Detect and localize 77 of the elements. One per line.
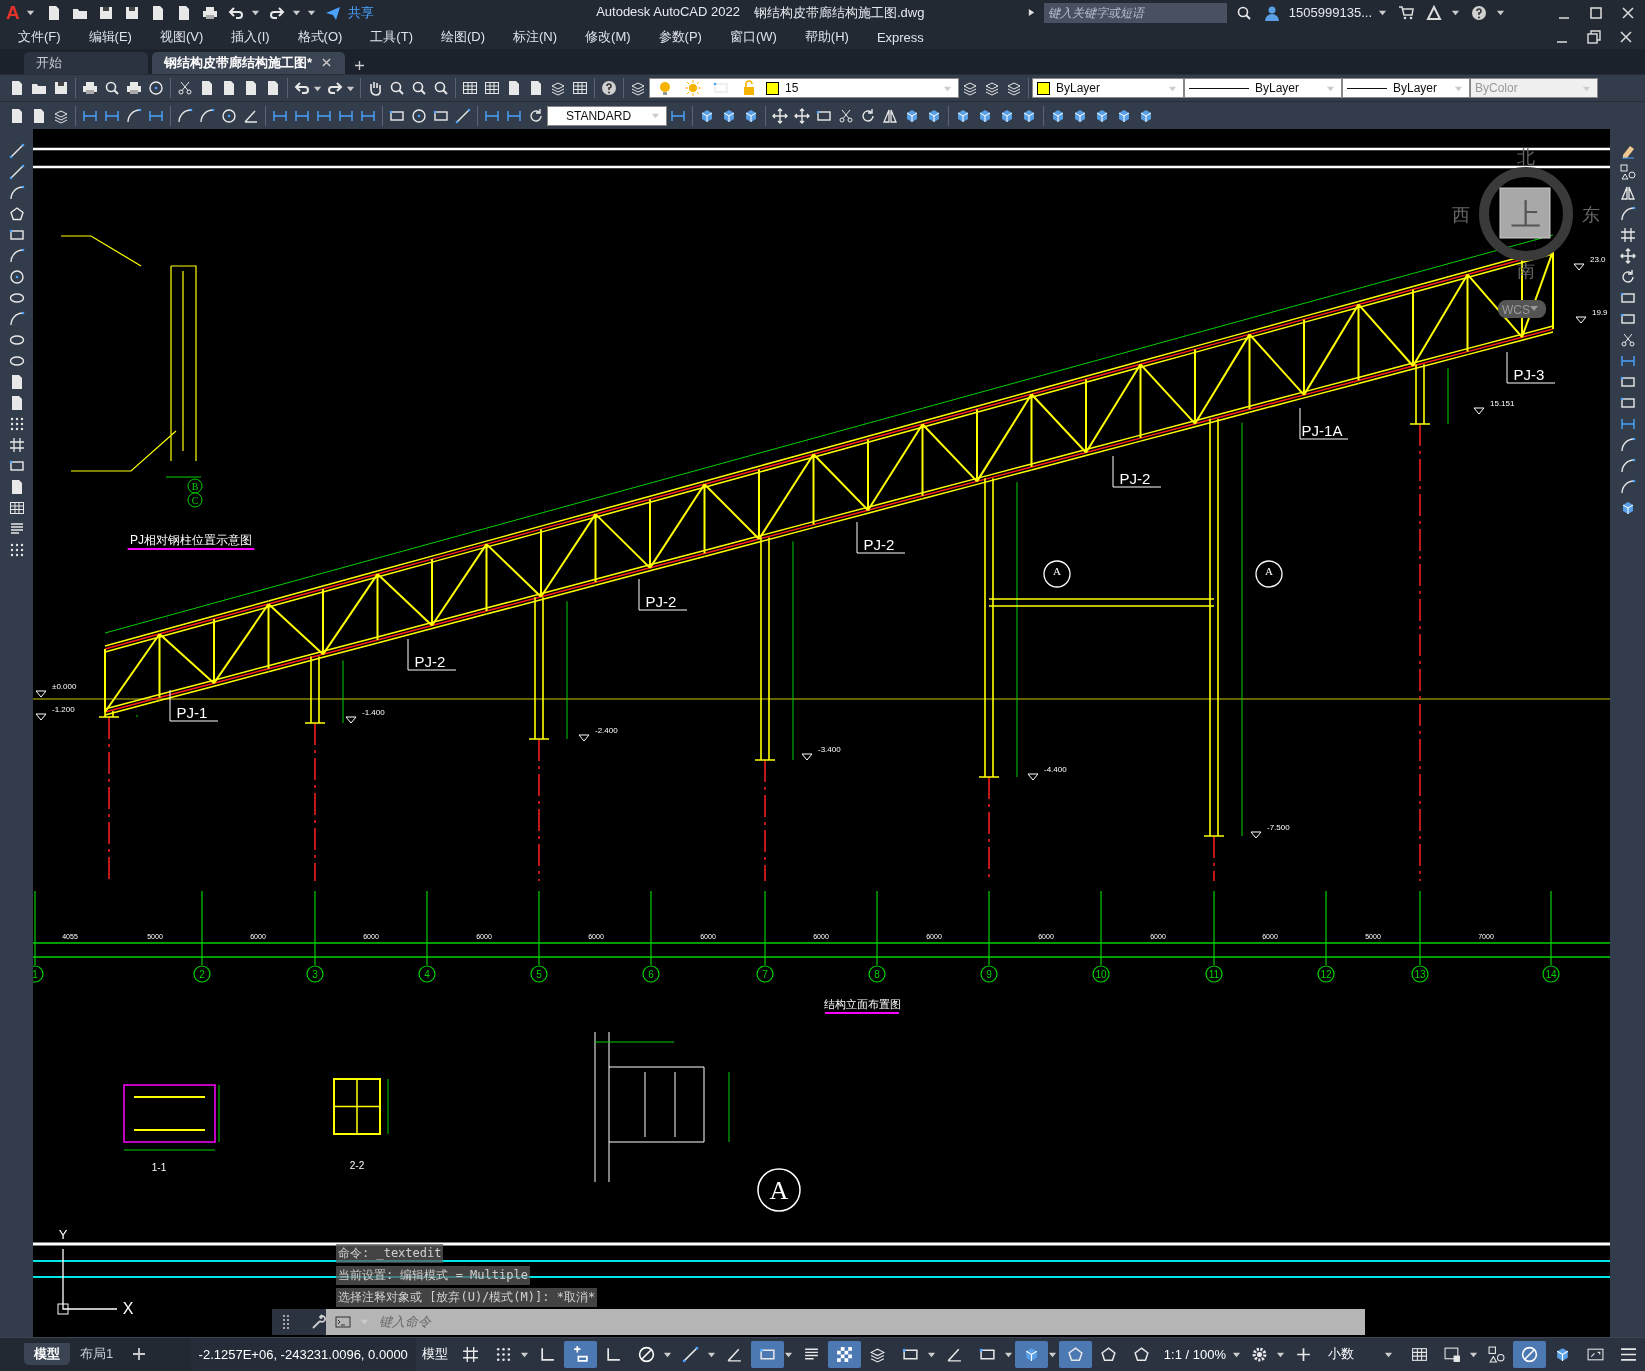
axis-marker: 8 [868, 965, 886, 983]
model-space-button[interactable]: 模型 [415, 1345, 454, 1364]
app-title: Autodesk AutoCAD 2022 [596, 3, 740, 21]
compass-label: 北 [1517, 147, 1535, 167]
section-marker: A [1255, 560, 1283, 588]
elevation-text: -2.400 [595, 726, 618, 735]
drawing-title: 结构立面布置图 [823, 998, 901, 1010]
axis-marker: 10 [1092, 965, 1110, 983]
menu-item[interactable]: 编辑(E) [88, 28, 146, 47]
text-style-dropdown[interactable]: STANDARD [547, 105, 667, 126]
color-dropdown[interactable]: ByLayer [1032, 78, 1184, 99]
elevation-text: -4.400 [1044, 765, 1067, 774]
elevation-text: -7.500 [1267, 823, 1290, 832]
layout-tab[interactable]: 模型 [24, 1343, 70, 1366]
menu-item[interactable]: 绘图(D) [440, 28, 499, 47]
lineweight-dropdown[interactable]: ByLayer [1342, 78, 1470, 99]
truss-label: PJ-2 [645, 593, 677, 610]
menu-item[interactable]: 插入(I) [231, 28, 284, 47]
file-tab[interactable]: 钢结构皮带廊结构施工图* [152, 51, 346, 74]
axis-marker: 13 [1411, 965, 1429, 983]
menu-item[interactable]: 窗口(W) [729, 28, 791, 47]
drawing-title: 2-2 [349, 1160, 365, 1171]
elevation-text: -1.200 [52, 705, 75, 714]
file-tab[interactable]: 开始 [24, 51, 148, 74]
layer-dropdown[interactable]: 15 [649, 78, 959, 99]
axis-marker: 14 [1542, 965, 1560, 983]
axis-label: Y [58, 1227, 68, 1242]
layout-tab[interactable]: 布局1 [70, 1343, 124, 1366]
elevation-text: 19.9 [1592, 308, 1608, 317]
menu-item[interactable]: 修改(M) [585, 28, 645, 47]
axis-marker: C [187, 492, 203, 508]
menu-item[interactable]: 帮助(H) [804, 28, 863, 47]
coordinates-readout: -2.1257E+06, -243231.0096, 0.0000 [190, 1338, 416, 1371]
menu-item[interactable]: 格式(O) [297, 28, 357, 47]
annotation-scale-button[interactable]: 1:1 / 100% [1157, 1347, 1232, 1362]
truss-label: PJ-2 [863, 536, 895, 553]
axis-marker: 12 [1317, 965, 1335, 983]
axis-marker: 5 [530, 965, 548, 983]
elevation-text: -1.400 [362, 708, 385, 717]
units-dropdown[interactable]: 小数 [1320, 1345, 1403, 1364]
truss-label: PJ-2 [414, 653, 446, 670]
truss-label: PJ-1 [176, 704, 208, 721]
axis-marker: 1 [33, 965, 44, 983]
axis-marker: 7 [756, 965, 774, 983]
linetype-dropdown[interactable]: ByLayer [1184, 78, 1342, 99]
elevation-text: -3.400 [818, 745, 841, 754]
menu-item[interactable]: 工具(T) [370, 28, 427, 47]
axis-label: X [122, 1300, 134, 1317]
compass-label: 西 [1452, 205, 1470, 225]
user-name[interactable]: 1505999135... [1288, 5, 1372, 21]
truss-label: PJ-3 [1513, 366, 1545, 383]
menu-item[interactable]: 标注(N) [513, 28, 572, 47]
file-title: 钢结构皮带廊结构施工图.dwg [753, 3, 925, 22]
drawing-title: 1-1 [151, 1162, 167, 1173]
elevation-text: 15.151 [1490, 399, 1515, 408]
axis-marker: 6 [642, 965, 660, 983]
truss-label: PJ-2 [1119, 470, 1151, 487]
menu-item[interactable]: Express [876, 29, 938, 45]
menu-item[interactable]: 参数(P) [658, 28, 716, 47]
axis-marker: B [187, 478, 203, 494]
drawing-title: PJ相对钢柱位置示意图 [130, 533, 252, 547]
truss-label: PJ-1A [1301, 422, 1343, 439]
menu-item[interactable]: 文件(F) [18, 28, 75, 47]
detail-marker: A [757, 1168, 801, 1212]
viewcube-face-label: 上 [1511, 198, 1541, 231]
search-field[interactable]: 键入关键字或短语 [1043, 2, 1227, 23]
elevation-text: ±0.000 [52, 682, 77, 691]
axis-marker: 9 [980, 965, 998, 983]
section-marker: A [1043, 560, 1071, 588]
axis-marker: 11 [1205, 965, 1223, 983]
share-button[interactable]: 共享 [347, 3, 374, 22]
axis-marker: 3 [306, 965, 324, 983]
axis-marker: 2 [193, 965, 211, 983]
axis-marker: 4 [418, 965, 436, 983]
elevation-text: 23.0 [1590, 255, 1606, 264]
compass-label: 东 [1582, 205, 1600, 225]
menu-item[interactable]: 视图(V) [159, 28, 218, 47]
